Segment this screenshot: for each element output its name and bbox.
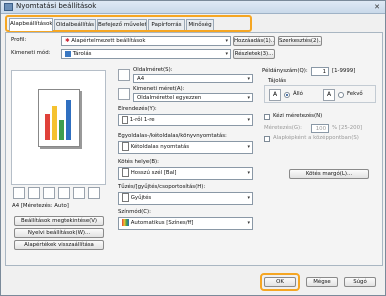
tab-quality[interactable]: Minőség: [186, 19, 214, 30]
page-size-icon: [118, 69, 130, 81]
collate-select[interactable]: Gyűjtés ▾: [118, 192, 253, 205]
profile-value: Alapértelmezett beállítások: [71, 38, 146, 44]
chevron-down-icon: ▾: [247, 170, 250, 176]
binding-icon: [122, 168, 129, 177]
preview-bar: [59, 120, 64, 140]
color-mode-value: Automatikus [Színes/ff]: [130, 220, 194, 226]
settings-icon[interactable]: [73, 187, 85, 199]
copies-input[interactable]: 1: [311, 67, 329, 76]
copies-label: Példányszám(Q):: [262, 68, 308, 74]
printer-icon: [4, 3, 13, 11]
preview-bar: [45, 114, 50, 140]
landscape-label: Fekvő: [347, 91, 363, 97]
binding-select[interactable]: Hosszú szél [Bal] ▾: [118, 167, 253, 180]
chevron-down-icon: ▾: [247, 117, 250, 123]
duplex-select[interactable]: Kétoldalas nyomtatás ▾: [118, 141, 253, 154]
orientation-label: Tájolás: [268, 78, 287, 84]
portrait-icon: A: [269, 89, 281, 101]
tab-strip: Alapbeállítások Oldalbeállítás Befejező …: [5, 15, 252, 32]
print-settings-window: Nyomtatási beállítások ✕ Alapbeállítások…: [0, 0, 386, 296]
chevron-down-icon: ▾: [247, 76, 250, 82]
color-mode-label: Színmód(C):: [118, 209, 151, 215]
close-icon[interactable]: ✕: [371, 2, 383, 12]
scale-label: Méretezés(G):: [264, 125, 302, 131]
tab-paper-source[interactable]: Papírforrás: [148, 19, 185, 30]
chevron-down-icon: ▾: [247, 195, 250, 201]
layout-select[interactable]: 1-ről 1-re ▾: [118, 114, 253, 126]
chevron-down-icon: ▾: [247, 95, 250, 101]
chevron-down-icon: ▾: [247, 220, 250, 226]
binding-label: Kötés helye(B):: [118, 159, 159, 165]
copies-range: [1-9999]: [332, 68, 356, 74]
preview-sheet: [38, 89, 80, 147]
duplex-label: Egyoldalas-/kétoldalas/könyvnyomtatás:: [118, 133, 227, 139]
page-size-value: A4: [137, 76, 145, 82]
tab-basic[interactable]: Alapbeállítások: [9, 18, 53, 31]
output-size-icon: [118, 88, 130, 100]
output-size-select[interactable]: Oldalmérettel egyezzen ▾: [133, 93, 253, 102]
binding-margin-button[interactable]: Kötés margó(L)...: [289, 169, 369, 179]
title-bar: Nyomtatási beállítások ✕: [1, 1, 385, 14]
manual-scale-checkbox[interactable]: [264, 114, 270, 120]
portrait-label: Álló: [293, 91, 303, 97]
page-icon[interactable]: [28, 187, 40, 199]
ok-button[interactable]: OK: [264, 277, 296, 287]
store-icon: [65, 50, 71, 57]
output-size-label: Kimeneti méret(A):: [133, 86, 185, 92]
layout-value: 1-ről 1-re: [129, 117, 155, 123]
document-icon[interactable]: [43, 187, 55, 199]
collate-value: Gyűjtés: [130, 195, 152, 201]
collate-label: Tűzés/[gyűjtés/csoportosítás(H):: [118, 184, 206, 190]
page-icon[interactable]: [13, 187, 25, 199]
profile-label: Profil:: [11, 37, 27, 43]
layout-icon[interactable]: [58, 187, 70, 199]
help-button[interactable]: Súgó: [344, 277, 376, 287]
chevron-down-icon: ▾: [247, 144, 250, 150]
chevron-down-icon: ▾: [225, 38, 228, 44]
window-title: Nyomtatási beállítások: [16, 2, 97, 10]
output-mode-value: Tárolás: [72, 51, 92, 57]
language-settings-button[interactable]: Nyelvi beállítások(W)...: [14, 228, 104, 238]
landscape-radio[interactable]: [338, 92, 344, 98]
tab-page-setup[interactable]: Oldalbeállítás: [54, 19, 96, 30]
info-icon[interactable]: [88, 187, 100, 199]
binding-value: Hosszú szél [Bal]: [130, 170, 177, 176]
view-settings-button[interactable]: Beállítások megtekintése(V): [14, 216, 104, 226]
output-size-value: Oldalmérettel egyezzen: [137, 95, 202, 101]
page-size-select[interactable]: A4 ▾: [133, 74, 253, 83]
duplex-icon: [122, 142, 129, 151]
output-mode-label: Kimeneti mód:: [11, 50, 51, 56]
page-icon: [122, 115, 128, 124]
preview-toolbar: [11, 186, 106, 200]
page-preview: [11, 70, 106, 185]
landscape-icon: A: [323, 89, 335, 101]
output-details-button[interactable]: Részletek(3)...: [233, 49, 275, 59]
watermark-label: Alapképként a középpontban(S): [273, 135, 359, 141]
restore-defaults-button[interactable]: Alapértékek visszaállítása: [14, 240, 104, 250]
scale-range: % [25-200]: [332, 125, 363, 131]
profile-select[interactable]: ✱ Alapértelmezett beállítások ▾: [61, 36, 231, 46]
profile-add-button[interactable]: Hozzáadás(1)...: [233, 36, 275, 46]
preview-bar: [66, 100, 71, 140]
duplex-value: Kétoldalas nyomtatás: [130, 144, 190, 150]
layout-label: Elrendezés(Y):: [118, 106, 157, 112]
collate-icon: [122, 193, 129, 202]
preview-caption: A4 [Méretezés: Auto]: [12, 203, 69, 209]
manual-scale-label: Kézi méretezés(N): [273, 113, 323, 119]
cancel-button[interactable]: Mégse: [306, 277, 338, 287]
profile-edit-button[interactable]: Szerkesztés(2)...: [278, 36, 322, 46]
color-mode-select[interactable]: Automatikus [Színes/ff] ▾: [118, 217, 253, 230]
color-mode-icon: [122, 219, 129, 226]
settings-panel: Profil: ✱ Alapértelmezett beállítások ▾ …: [5, 32, 383, 266]
portrait-radio[interactable]: [284, 92, 290, 98]
chevron-down-icon: ▾: [225, 51, 228, 57]
output-mode-select[interactable]: Tárolás ▾: [61, 49, 231, 59]
preview-bar: [52, 106, 57, 140]
scale-input[interactable]: 100: [311, 124, 329, 133]
tab-finishing[interactable]: Befejező művelet: [97, 19, 147, 30]
page-size-label: Oldalméret(S):: [133, 67, 173, 73]
orientation-group: A Álló A Fekvő: [264, 85, 376, 103]
watermark-checkbox[interactable]: [264, 136, 270, 142]
